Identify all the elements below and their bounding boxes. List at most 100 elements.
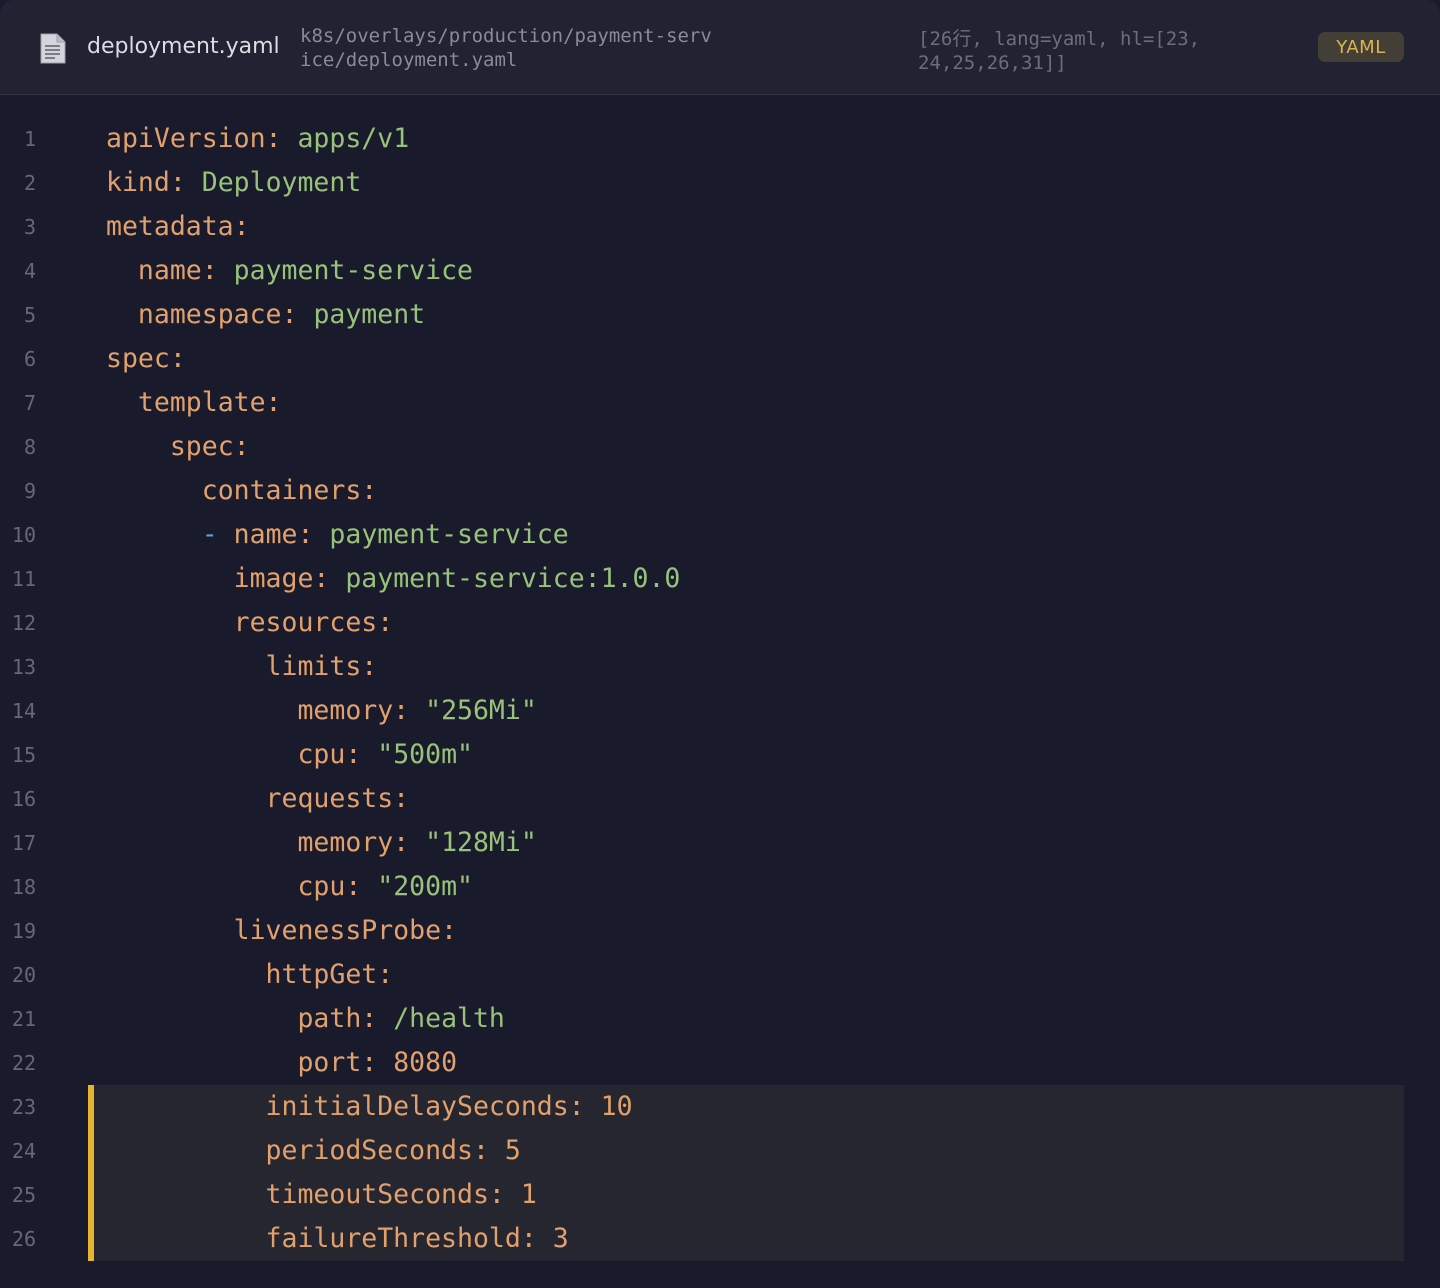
yaml-value: "500m" bbox=[377, 739, 473, 770]
code-line: 26 failureThreshold: 3 bbox=[0, 1217, 1440, 1261]
code-text: httpGet: bbox=[106, 953, 394, 997]
yaml-key: cpu: bbox=[297, 871, 362, 902]
code-line: 25 timeoutSeconds: 1 bbox=[0, 1173, 1440, 1217]
line-number: 18 bbox=[11, 875, 36, 899]
code-text: resources: bbox=[106, 601, 394, 645]
line-number: 3 bbox=[23, 215, 36, 239]
code-text: memory: "128Mi" bbox=[106, 821, 537, 865]
language-badge: YAML bbox=[1318, 32, 1404, 62]
line-number: 4 bbox=[23, 259, 36, 283]
yaml-key: resources: bbox=[233, 607, 394, 638]
line-number: 22 bbox=[11, 1051, 36, 1075]
code-line: 13 limits: bbox=[0, 645, 1440, 689]
code-text: initialDelaySeconds: 10 bbox=[106, 1085, 633, 1129]
line-number: 6 bbox=[23, 347, 36, 371]
code-text: spec: bbox=[106, 337, 186, 381]
yaml-key: failureThreshold: bbox=[265, 1223, 537, 1254]
code-text: spec: bbox=[106, 425, 250, 469]
yaml-key: httpGet: bbox=[265, 959, 394, 990]
line-number: 1 bbox=[23, 127, 36, 151]
code-line: 9 containers: bbox=[0, 469, 1440, 513]
line-number: 12 bbox=[11, 611, 36, 635]
code-text: kind: Deployment bbox=[106, 161, 361, 205]
code-line: 19 livenessProbe: bbox=[0, 909, 1440, 953]
yaml-value: "128Mi" bbox=[425, 827, 537, 858]
yaml-key: path: bbox=[297, 1003, 378, 1034]
yaml-key: apiVersion: bbox=[106, 123, 282, 154]
yaml-key: initialDelaySeconds: bbox=[265, 1091, 585, 1122]
yaml-key: containers: bbox=[201, 475, 378, 506]
line-number: 10 bbox=[11, 523, 36, 547]
line-number: 23 bbox=[11, 1095, 36, 1119]
code-line: 23 initialDelaySeconds: 10 bbox=[0, 1085, 1440, 1129]
code-text: cpu: "500m" bbox=[106, 733, 473, 777]
code-line: 7 template: bbox=[0, 381, 1440, 425]
code-text: image: payment-service:1.0.0 bbox=[106, 557, 681, 601]
file-name: deployment.yaml bbox=[87, 34, 280, 59]
yaml-value: payment-service bbox=[233, 255, 473, 286]
yaml-key: name: bbox=[137, 255, 218, 286]
line-number: 9 bbox=[23, 479, 36, 503]
line-number: 15 bbox=[11, 743, 36, 767]
code-line: 15 cpu: "500m" bbox=[0, 733, 1440, 777]
code-line: 22 port: 8080 bbox=[0, 1041, 1440, 1085]
file-header: deployment.yaml k8s/overlays/production/… bbox=[0, 0, 1440, 95]
code-line: 3 metadata: bbox=[0, 205, 1440, 249]
line-number: 21 bbox=[11, 1007, 36, 1031]
line-number: 16 bbox=[11, 787, 36, 811]
yaml-value: 8080 bbox=[393, 1047, 458, 1078]
code-text: path: /health bbox=[106, 997, 504, 1041]
yaml-value: 5 bbox=[504, 1135, 521, 1166]
yaml-key: spec: bbox=[169, 431, 250, 462]
line-number: 8 bbox=[23, 435, 36, 459]
line-number: 13 bbox=[11, 655, 36, 679]
code-text: limits: bbox=[106, 645, 378, 689]
code-text: name: payment-service bbox=[106, 249, 473, 293]
yaml-key: timeoutSeconds: bbox=[265, 1179, 505, 1210]
code-text: periodSeconds: 5 bbox=[106, 1129, 521, 1173]
code-line: 5 namespace: payment bbox=[0, 293, 1440, 337]
file-icon bbox=[40, 33, 66, 64]
yaml-key: livenessProbe: bbox=[233, 915, 458, 946]
code-text: template: bbox=[106, 381, 282, 425]
yaml-key: metadata: bbox=[106, 211, 250, 242]
code-text: cpu: "200m" bbox=[106, 865, 473, 909]
yaml-value: "200m" bbox=[377, 871, 473, 902]
code-text: containers: bbox=[106, 469, 378, 513]
line-number: 14 bbox=[11, 699, 36, 723]
yaml-key: spec: bbox=[106, 343, 186, 374]
yaml-key: memory: bbox=[297, 695, 410, 726]
code-line: 21 path: /health bbox=[0, 997, 1440, 1041]
code-text: requests: bbox=[106, 777, 410, 821]
line-number: 11 bbox=[11, 567, 36, 591]
yaml-value: Deployment bbox=[201, 167, 362, 198]
file-path: k8s/overlays/production/payment-service/… bbox=[300, 25, 712, 71]
code-text: livenessProbe: bbox=[106, 909, 457, 953]
yaml-key: kind: bbox=[106, 167, 186, 198]
line-number: 24 bbox=[11, 1139, 36, 1163]
code-text: timeoutSeconds: 1 bbox=[106, 1173, 537, 1217]
code-text: - name: payment-service bbox=[106, 513, 569, 557]
line-number: 2 bbox=[23, 171, 36, 195]
yaml-key: template: bbox=[137, 387, 282, 418]
code-viewer: deployment.yaml k8s/overlays/production/… bbox=[0, 0, 1440, 1288]
line-number: 19 bbox=[11, 919, 36, 943]
code-line: 6 spec: bbox=[0, 337, 1440, 381]
code-line: 18 cpu: "200m" bbox=[0, 865, 1440, 909]
code-text: metadata: bbox=[106, 205, 250, 249]
code-text: failureThreshold: 3 bbox=[106, 1217, 569, 1261]
yaml-value: payment-service:1.0.0 bbox=[345, 563, 681, 594]
yaml-key: name: bbox=[233, 519, 314, 550]
yaml-key: image: bbox=[233, 563, 330, 594]
yaml-key: requests: bbox=[265, 783, 410, 814]
yaml-key: namespace: bbox=[137, 299, 298, 330]
code-line: 16 requests: bbox=[0, 777, 1440, 821]
yaml-key: port: bbox=[297, 1047, 378, 1078]
yaml-key: cpu: bbox=[297, 739, 362, 770]
code-text: apiVersion: apps/v1 bbox=[106, 117, 409, 161]
line-number: 26 bbox=[11, 1227, 36, 1251]
code-line: 1 apiVersion: apps/v1 bbox=[0, 117, 1440, 161]
yaml-value: "256Mi" bbox=[425, 695, 537, 726]
line-number: 25 bbox=[11, 1183, 36, 1207]
yaml-value: payment-service bbox=[329, 519, 569, 550]
